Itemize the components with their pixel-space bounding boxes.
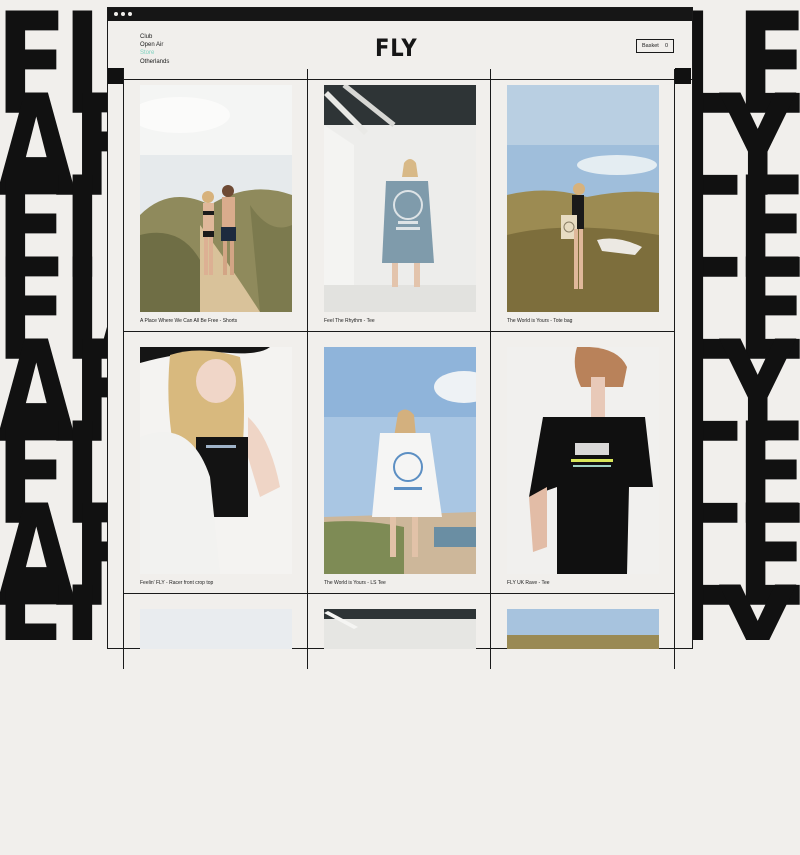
product-card[interactable]: Feelin' FLY - Racer front crop top bbox=[124, 331, 307, 593]
product-photo-tote-bag[interactable] bbox=[507, 85, 659, 312]
site-logo[interactable]: FLY bbox=[375, 34, 418, 62]
product-photo-crop-top[interactable] bbox=[140, 347, 292, 574]
product-photo-shorts[interactable] bbox=[140, 85, 292, 312]
nav-item-open-air[interactable]: Open Air bbox=[140, 41, 169, 49]
background-lettering-left: FIAFIFIFIAFAFIFIAFIFI bbox=[0, 0, 108, 640]
product-photo[interactable] bbox=[507, 609, 659, 649]
product-title[interactable]: The World is Yours - LS Tee bbox=[324, 580, 386, 586]
product-card[interactable] bbox=[308, 593, 491, 855]
product-grid: A Place Where We Can All Be Free - Short… bbox=[123, 69, 675, 669]
window-titlebar bbox=[108, 8, 692, 21]
product-card[interactable]: The World is Yours - LS Tee bbox=[308, 331, 491, 593]
product-photo-uk-rave-tee[interactable] bbox=[507, 347, 659, 574]
product-photo[interactable] bbox=[140, 609, 292, 649]
nav-item-otherlands[interactable]: Otherlands bbox=[140, 58, 169, 66]
corner-block bbox=[108, 68, 124, 84]
product-card[interactable]: A Place Where We Can All Be Free - Short… bbox=[124, 69, 307, 331]
window-dot-icon[interactable] bbox=[128, 12, 132, 16]
product-title[interactable]: Feel The Rhythm - Tee bbox=[324, 318, 375, 324]
basket-button[interactable]: Basket 0 bbox=[636, 39, 674, 53]
product-card[interactable]: Feel The Rhythm - Tee bbox=[308, 69, 491, 331]
basket-count: 0 bbox=[664, 43, 668, 49]
product-title[interactable]: FLY UK Rave - Tee bbox=[507, 580, 550, 586]
product-card[interactable] bbox=[491, 593, 674, 855]
product-card[interactable]: The World is Yours - Tote bag bbox=[491, 69, 674, 331]
corner-block bbox=[675, 68, 691, 84]
window-dot-icon[interactable] bbox=[121, 12, 125, 16]
window-dot-icon[interactable] bbox=[114, 12, 118, 16]
product-title[interactable]: A Place Where We Can All Be Free - Short… bbox=[140, 318, 237, 324]
product-photo-ls-tee[interactable] bbox=[324, 347, 476, 574]
product-photo-feel-the-rhythm-tee[interactable] bbox=[324, 85, 476, 312]
product-photo[interactable] bbox=[324, 609, 476, 649]
nav-item-club[interactable]: Club bbox=[140, 33, 169, 41]
main-nav: Club Open Air Store Otherlands bbox=[140, 33, 169, 66]
product-card[interactable] bbox=[124, 593, 307, 855]
background-letters-left: FI bbox=[0, 555, 102, 640]
basket-label: Basket bbox=[642, 43, 659, 49]
product-title[interactable]: The World is Yours - Tote bag bbox=[507, 318, 572, 324]
product-title[interactable]: Feelin' FLY - Racer front crop top bbox=[140, 580, 213, 586]
product-card[interactable]: FLY UK Rave - Tee bbox=[491, 331, 674, 593]
grid-divider bbox=[674, 69, 675, 669]
nav-item-store[interactable]: Store bbox=[140, 49, 169, 57]
browser-window: Club Open Air Store Otherlands FLY Baske… bbox=[108, 8, 692, 669]
